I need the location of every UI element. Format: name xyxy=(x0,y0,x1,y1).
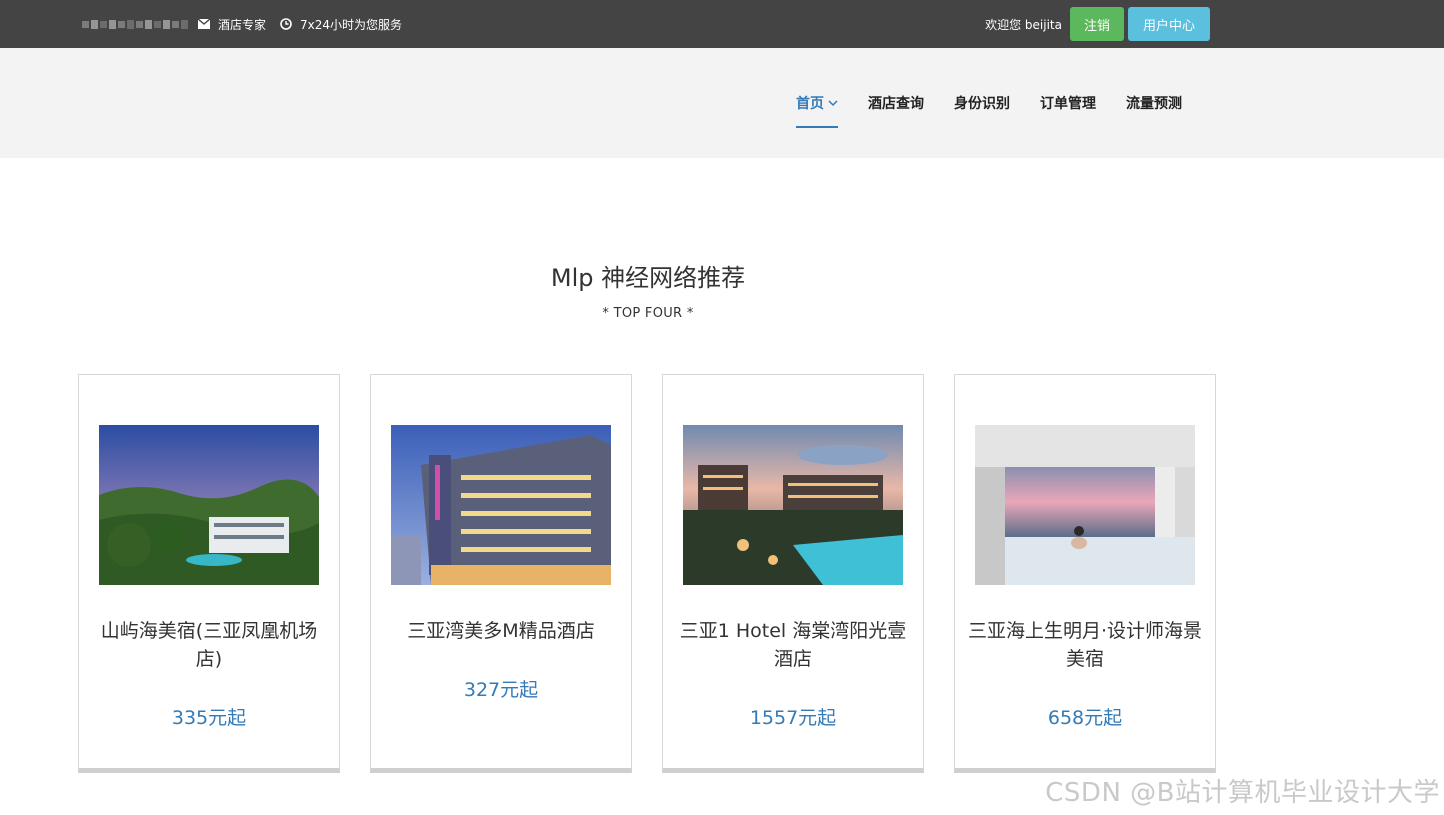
user-center-button[interactable]: 用户中心 xyxy=(1128,7,1210,41)
nav-item-label: 订单管理 xyxy=(1040,96,1096,112)
watermark: CSDN @B站计算机毕业设计大学 xyxy=(1045,778,1440,808)
nav-item-orders[interactable]: 订单管理 xyxy=(1040,48,1096,158)
nav-item-traffic-forecast[interactable]: 流量预测 xyxy=(1126,48,1182,158)
main-nav: 首页 酒店查询 身份识别 订单管理 流量预测 xyxy=(0,48,1444,158)
service-info: 7x24小时为您服务 xyxy=(280,16,402,33)
hotel-name[interactable]: 三亚1 Hotel 海棠湾阳光壹酒店 xyxy=(673,617,913,673)
top-bar-right: 欢迎您 beijita 注销 用户中心 xyxy=(985,0,1210,48)
mail-icon xyxy=(198,19,210,29)
nav-item-hotel-search[interactable]: 酒店查询 xyxy=(868,48,924,158)
hotel-image[interactable] xyxy=(683,425,903,585)
nav-item-label: 流量预测 xyxy=(1126,96,1182,112)
hotel-name[interactable]: 三亚海上生明月·设计师海景美宿 xyxy=(965,617,1205,673)
hotel-image[interactable] xyxy=(99,425,319,585)
clock-icon xyxy=(280,18,292,30)
top-bar: 酒店专家 7x24小时为您服务 欢迎您 beijita 注销 用户中心 xyxy=(0,0,1444,48)
hotel-name[interactable]: 三亚湾美多M精品酒店 xyxy=(381,617,621,645)
nav-item-label: 身份识别 xyxy=(954,96,1010,112)
hotel-price: 327元起 xyxy=(463,679,539,701)
hotel-name[interactable]: 山屿海美宿(三亚凤凰机场店) xyxy=(89,617,329,673)
hotel-card[interactable]: 三亚1 Hotel 海棠湾阳光壹酒店 1557元起 xyxy=(662,374,924,773)
blurred-logo xyxy=(82,19,188,29)
expert-label: 酒店专家 xyxy=(218,17,267,32)
hotel-image[interactable] xyxy=(391,425,611,585)
hotel-card-list: 山屿海美宿(三亚凤凰机场店) 335元起 三亚湾美多M精品酒店 327元起 三亚… xyxy=(78,374,1216,773)
hotel-price: 335元起 xyxy=(171,707,247,729)
hotel-price: 1557元起 xyxy=(749,707,837,729)
section-title: Mlp 神经网络推荐 xyxy=(550,264,746,292)
hotel-card[interactable]: 三亚湾美多M精品酒店 327元起 xyxy=(370,374,632,773)
hotel-card[interactable]: 三亚海上生明月·设计师海景美宿 658元起 xyxy=(954,374,1216,773)
nav-item-label: 首页 xyxy=(796,96,824,112)
hotel-price: 658元起 xyxy=(1047,707,1123,729)
logout-button[interactable]: 注销 xyxy=(1070,7,1124,41)
service-label: 7x24小时为您服务 xyxy=(300,17,403,32)
top-bar-left: 酒店专家 7x24小时为您服务 xyxy=(82,0,416,48)
welcome-text: 欢迎您 beijita xyxy=(985,17,1062,32)
nav-items: 首页 酒店查询 身份识别 订单管理 流量预测 xyxy=(796,48,1212,158)
hotel-card[interactable]: 山屿海美宿(三亚凤凰机场店) 335元起 xyxy=(78,374,340,773)
chevron-down-icon xyxy=(828,99,838,106)
expert-info: 酒店专家 xyxy=(198,16,266,33)
section-subtitle: * TOP FOUR * xyxy=(602,306,694,321)
nav-item-identity[interactable]: 身份识别 xyxy=(954,48,1010,158)
nav-item-label: 酒店查询 xyxy=(868,96,924,112)
hotel-image[interactable] xyxy=(975,425,1195,585)
nav-item-home[interactable]: 首页 xyxy=(796,48,838,158)
